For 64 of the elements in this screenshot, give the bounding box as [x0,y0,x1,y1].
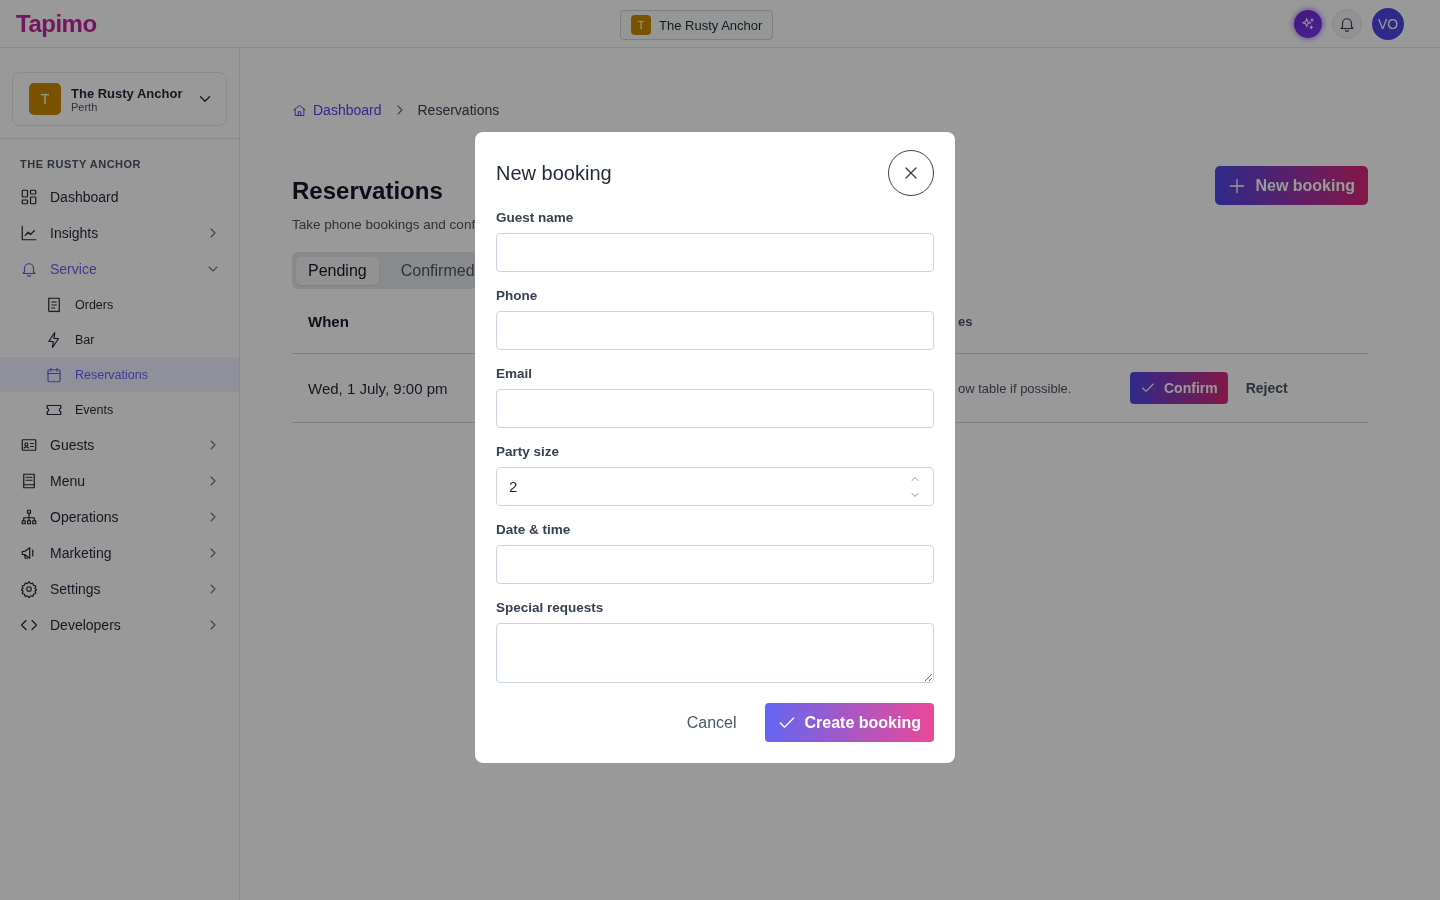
assistant-button[interactable] [1294,9,1322,38]
book-icon [20,472,38,490]
reject-button[interactable]: Reject [1235,380,1298,396]
venue-name: The Rusty Anchor [71,85,183,101]
field-label: Phone [496,288,539,303]
settings-icon [20,580,38,598]
venue-city: Perth [71,100,98,113]
sidebar-subitem[interactable]: Events [0,392,239,427]
bell-icon [20,260,38,278]
sidebar-item[interactable]: Developers [0,607,239,643]
id-card-icon [20,436,38,454]
field-label: Email [496,366,534,381]
page-title: Reservations [292,177,444,205]
hierarchy-icon [20,508,38,526]
venue-badge: T [631,15,651,35]
column-header: es [958,313,974,329]
calendar-icon [45,365,63,384]
table-cell-text: ow table if possible. [958,380,1073,396]
dialog-title: New booking [496,161,612,185]
field-label: Party size [496,444,561,459]
field-label: Guest name [496,210,575,225]
receipt-icon [45,295,63,314]
venue-switcher[interactable]: T The Rusty Anchor [620,10,774,40]
sidebar-item[interactable]: Operations [0,499,239,535]
sidebar-item[interactable]: Dashboard [0,179,239,215]
chart-icon [20,224,38,242]
close-button[interactable] [888,150,934,196]
sidebar-item[interactable]: Guests [0,427,239,463]
breadcrumb-link[interactable]: Dashboard [292,102,382,118]
sidebar-item[interactable]: Service [0,251,239,287]
tab[interactable]: Confirmed [388,256,475,285]
dashboard-icon [20,188,38,206]
app-logo[interactable]: Tapimo [16,9,97,38]
column-header: When [307,312,350,330]
sidebar-subitem[interactable]: Bar [0,322,239,357]
venue-selector[interactable]: T The Rusty Anchor Perth [12,72,227,126]
input-field[interactable] [496,545,934,584]
sidebar-subitem[interactable]: Orders [0,287,239,322]
confirm-button[interactable]: Confirm [1130,372,1228,404]
venue-badge: T [29,83,61,115]
home-icon [292,102,307,118]
sidebar-item[interactable]: Menu [0,463,239,499]
user-avatar[interactable]: VO [1372,7,1404,40]
new-booking-button[interactable]: New booking [1215,166,1368,205]
number-field[interactable]: 2 [496,467,934,506]
sidebar-item[interactable]: Settings [0,571,239,607]
section-label: THE RUSTY ANCHOR [19,157,143,172]
text-area[interactable] [496,623,934,683]
input-field[interactable] [496,389,934,428]
create-booking-button[interactable]: Create booking [764,703,934,742]
sparkle-icon [1300,15,1316,32]
field-label: Date & time [496,522,572,537]
venue-name: The Rusty Anchor [659,17,763,33]
sidebar-item[interactable]: Marketing [0,535,239,571]
cancel-button[interactable]: Cancel [680,712,743,733]
sidebar-item[interactable]: Insights [0,215,239,251]
input-field[interactable] [496,233,934,272]
page-subtitle: Take phone bookings and conf [292,217,476,232]
tab[interactable]: Pending [296,256,379,285]
table-cell-text: Wed, 1 July, 9:00 pm [307,379,449,397]
input-field[interactable] [496,311,934,350]
breadcrumb-current: Reservations [417,102,500,118]
field-label: Special requests [496,600,605,615]
notifications-button[interactable] [1332,8,1362,39]
